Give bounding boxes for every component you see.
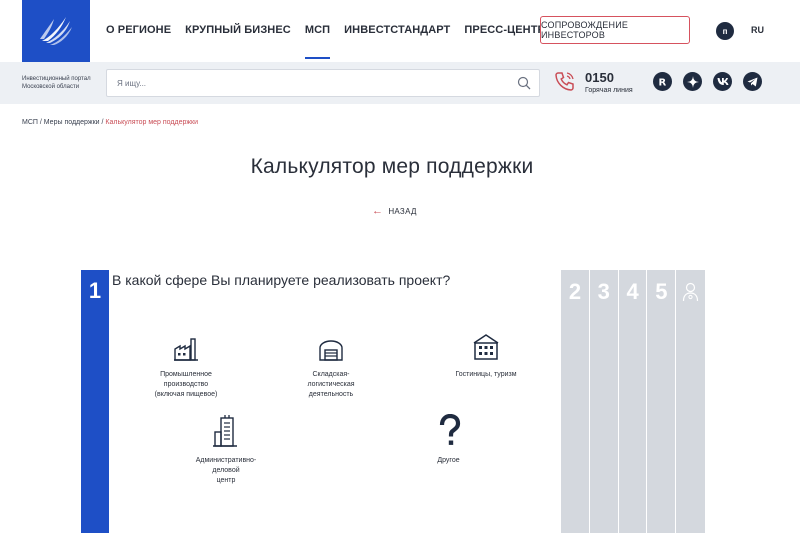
- hotline-number[interactable]: 0150: [585, 70, 614, 85]
- option-other[interactable]: Другое: [411, 414, 486, 466]
- bird-logo-icon: [40, 17, 72, 45]
- main-nav: О РЕГИОНЕ КРУПНЫЙ БИЗНЕС МСП ИНВЕСТСТАНД…: [106, 0, 559, 62]
- step-2-indicator: 2: [561, 270, 590, 533]
- option-industry[interactable]: Промышленное производство (включая пищев…: [141, 336, 231, 400]
- breadcrumb-item-msp[interactable]: МСП: [22, 119, 38, 126]
- step-3-indicator: 3: [589, 270, 619, 533]
- step-number: 5: [655, 279, 668, 304]
- support-calculator: 1 В какой сфере Вы планируете реализоват…: [81, 270, 705, 533]
- breadcrumb-current: Калькулятор мер поддержки: [105, 119, 199, 126]
- phone-icon[interactable]: [554, 70, 576, 92]
- step-number: 3: [597, 279, 610, 304]
- step-5-indicator: 5: [647, 270, 677, 533]
- telegram-icon[interactable]: [743, 72, 762, 91]
- calculator-question: В какой сфере Вы планируете реализовать …: [112, 272, 451, 288]
- question-icon: [439, 414, 460, 445]
- nav-item-press-center[interactable]: ПРЕСС-ЦЕНТР: [464, 0, 545, 62]
- back-label: НАЗАД: [388, 206, 417, 216]
- portal-caption: Инвестиционный портал Московской области: [22, 76, 91, 90]
- option-label: Другое: [437, 457, 460, 464]
- step-4-indicator: 4: [618, 270, 648, 533]
- step-number: 2: [568, 279, 582, 304]
- option-logistics[interactable]: Складская- логистическая деятельность: [286, 336, 376, 400]
- hotel-icon: [473, 334, 499, 360]
- svg-text:R: R: [659, 78, 667, 88]
- logo[interactable]: [22, 0, 90, 62]
- option-business-center[interactable]: Административно- деловой центр: [181, 414, 271, 486]
- step-1-indicator: 1: [81, 270, 109, 533]
- breadcrumb: МСП / Меры поддержки / Калькулятор мер п…: [22, 119, 198, 126]
- office-building-icon: [213, 415, 237, 447]
- user-result-icon: [683, 282, 699, 302]
- option-hotels-tourism[interactable]: Гостиницы, туризм: [436, 332, 536, 380]
- language-switch[interactable]: RU: [751, 25, 764, 35]
- nav-item-msp[interactable]: МСП: [304, 0, 331, 62]
- search-box: [106, 69, 540, 97]
- step-result-indicator: [676, 270, 705, 533]
- arrow-left-icon: ←: [372, 205, 384, 217]
- back-link[interactable]: ← НАЗАД: [372, 205, 417, 217]
- search-icon[interactable]: [517, 76, 531, 90]
- hotline-label: Горячая линия: [585, 87, 633, 94]
- step-number: 4: [626, 279, 639, 304]
- vk-icon[interactable]: [713, 72, 732, 91]
- page-title: Калькулятор мер поддержки: [250, 155, 534, 178]
- nav-item-region[interactable]: О РЕГИОНЕ: [106, 0, 171, 62]
- search-input[interactable]: [107, 70, 507, 96]
- accessibility-button[interactable]: п: [716, 22, 734, 40]
- option-label: Гостиницы, туризм: [455, 371, 517, 378]
- sub-bar: Инвестиционный портал Московской области: [0, 62, 800, 104]
- header: О РЕГИОНЕ КРУПНЫЙ БИЗНЕС МСП ИНВЕСТСТАНД…: [0, 0, 800, 62]
- dzen-icon[interactable]: [683, 72, 702, 91]
- breadcrumb-item-support[interactable]: Меры поддержки: [44, 119, 100, 126]
- warehouse-icon: [319, 340, 343, 361]
- option-label: Складская- логистическая деятельность: [307, 371, 355, 398]
- nav-item-investstandard[interactable]: ИНВЕСТСТАНДАРТ: [344, 0, 450, 62]
- option-label: Административно- деловой центр: [195, 457, 257, 484]
- option-label: Промышленное производство (включая пищев…: [154, 371, 218, 398]
- rutube-icon[interactable]: R: [653, 72, 672, 91]
- investor-support-button[interactable]: СОПРОВОЖДЕНИЕ ИНВЕСТОРОВ: [540, 16, 690, 44]
- nav-item-big-business[interactable]: КРУПНЫЙ БИЗНЕС: [185, 0, 291, 62]
- steps-progress: 2 3 4 5: [561, 270, 705, 533]
- factory-icon: [174, 338, 198, 361]
- step-number: 1: [88, 278, 102, 303]
